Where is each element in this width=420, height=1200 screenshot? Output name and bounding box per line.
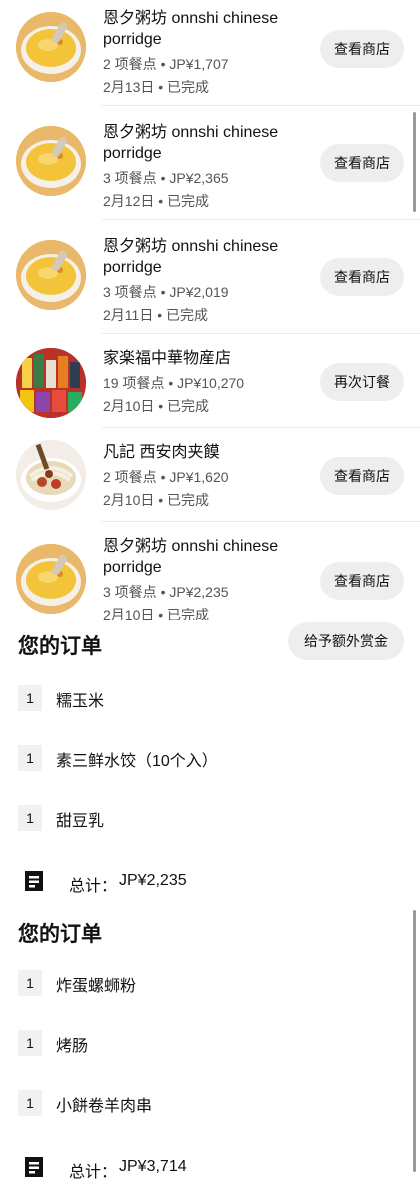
- item-name: 烤肠: [56, 1038, 89, 1055]
- order-history-list[interactable]: 恩夕粥坊 onnshi chinese porridge 2 项餐点 • JP¥…: [0, 0, 420, 620]
- order-item: 1 小餅卷羊肉串: [18, 1090, 404, 1116]
- receipt-title: 您的订单: [18, 635, 102, 658]
- order-row[interactable]: 恩夕粥坊 onnshi chinese porridge 3 项餐点 • JP¥…: [0, 106, 420, 220]
- item-quantity: 1: [18, 745, 42, 771]
- item-quantity: 1: [18, 970, 42, 996]
- noodle-photo: [16, 440, 86, 510]
- total-label: 总计：: [69, 1164, 118, 1181]
- order-item: 1 甜豆乳: [18, 805, 404, 831]
- order-row[interactable]: 家楽福中華物産店 19 项餐点 • JP¥10,270 2月10日 • 已完成 …: [0, 334, 420, 428]
- order-date-status: 2月10日 • 已完成: [103, 607, 210, 620]
- view-store-button[interactable]: 查看商店: [320, 457, 404, 495]
- order-receipt: 您的订单 1 炸蛋螺蛳粉 1 烤肠 1 小餅卷羊肉串 总计： JP¥3,714: [0, 908, 420, 1200]
- porridge-photo: [16, 12, 86, 82]
- porridge-photo: [16, 126, 86, 196]
- view-store-button[interactable]: 查看商店: [320, 562, 404, 600]
- store-name: 恩夕粥坊 onnshi chinese porridge: [103, 10, 279, 48]
- order-row[interactable]: 恩夕粥坊 onnshi chinese porridge 3 项餐点 • JP¥…: [0, 220, 420, 334]
- order-items-price: 3 项餐点 • JP¥2,365: [103, 170, 229, 186]
- item-quantity: 1: [18, 1090, 42, 1116]
- order-row[interactable]: 恩夕粥坊 onnshi chinese porridge 2 项餐点 • JP¥…: [0, 0, 420, 106]
- store-name: 恩夕粥坊 onnshi chinese porridge: [103, 238, 279, 276]
- order-items-price: 3 项餐点 • JP¥2,019: [103, 284, 229, 300]
- order-items-price: 2 项餐点 • JP¥1,707: [103, 56, 229, 72]
- order-item: 1 糯玉米: [18, 685, 404, 711]
- view-store-button[interactable]: 查看商店: [320, 30, 404, 68]
- order-row[interactable]: 恩夕粥坊 onnshi chinese porridge 3 项餐点 • JP¥…: [0, 522, 420, 620]
- order-items-price: 2 项餐点 • JP¥1,620: [103, 469, 229, 485]
- order-item: 1 炸蛋螺蛳粉: [18, 970, 404, 996]
- order-item: 1 烤肠: [18, 1030, 404, 1056]
- item-name: 甜豆乳: [56, 813, 105, 830]
- item-quantity: 1: [18, 805, 42, 831]
- order-date-status: 2月10日 • 已完成: [103, 398, 210, 414]
- total-amount: JP¥2,235: [119, 872, 187, 889]
- store-name: 凡記 西安肉夹饃: [103, 444, 220, 461]
- order-date-status: 2月10日 • 已完成: [103, 492, 210, 508]
- page-scrollbar[interactable]: [413, 910, 416, 1172]
- extra-tip-button[interactable]: 给予额外赏金: [288, 622, 404, 660]
- store-name: 恩夕粥坊 onnshi chinese porridge: [103, 124, 279, 162]
- order-date-status: 2月12日 • 已完成: [103, 193, 210, 209]
- receipt-title: 您的订单: [18, 923, 102, 946]
- order-items-price: 19 项餐点 • JP¥10,270: [103, 375, 245, 391]
- reorder-button[interactable]: 再次订餐: [320, 363, 404, 401]
- order-items-price: 3 项餐点 • JP¥2,235: [103, 584, 229, 600]
- store-name: 恩夕粥坊 onnshi chinese porridge: [103, 538, 279, 576]
- store-name: 家楽福中華物産店: [103, 350, 232, 367]
- porridge-photo: [16, 544, 86, 614]
- item-quantity: 1: [18, 1030, 42, 1056]
- list-scrollbar[interactable]: [413, 112, 416, 212]
- porridge-photo: [16, 240, 86, 310]
- item-name: 糯玉米: [56, 693, 105, 710]
- item-name: 炸蛋螺蛳粉: [56, 978, 137, 995]
- order-item: 1 素三鲜水饺（10个入）: [18, 745, 404, 771]
- item-name: 小餅卷羊肉串: [56, 1098, 153, 1115]
- item-name: 素三鲜水饺（10个入）: [56, 753, 218, 770]
- total-amount: JP¥3,714: [119, 1158, 187, 1175]
- order-receipt: 您的订单 给予额外赏金 1 糯玉米 1 素三鲜水饺（10个入） 1 甜豆乳 总计…: [0, 620, 420, 900]
- receipt-icon: [25, 1157, 43, 1177]
- receipt-icon: [25, 871, 43, 891]
- order-date-status: 2月13日 • 已完成: [103, 79, 210, 95]
- view-store-button[interactable]: 查看商店: [320, 144, 404, 182]
- view-store-button[interactable]: 查看商店: [320, 258, 404, 296]
- total-label: 总计：: [69, 878, 118, 895]
- grocery-photo: [16, 348, 86, 418]
- order-date-status: 2月11日 • 已完成: [103, 307, 208, 323]
- order-row[interactable]: 凡記 西安肉夹饃 2 项餐点 • JP¥1,620 2月10日 • 已完成 查看…: [0, 428, 420, 522]
- item-quantity: 1: [18, 685, 42, 711]
